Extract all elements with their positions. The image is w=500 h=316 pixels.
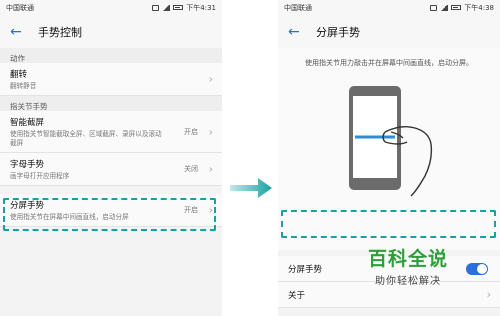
- setting-row-split-screen[interactable]: 分屏手势 使用指关节在屏幕中间画直线，启动分屏 开启 ›: [0, 194, 222, 227]
- section-header-actions: 动作: [0, 48, 222, 63]
- split-screen-toggle[interactable]: [466, 263, 488, 275]
- nfc-icon: [152, 4, 160, 11]
- chevron-right-icon: ›: [208, 72, 213, 86]
- carrier-label: 中国联通: [6, 3, 34, 12]
- knuckle-gesture-illustration: [349, 86, 433, 197]
- left-screen: 中国联通 下午4:31 ← 手势控制 动作 翻转 翻转静音 › 指关节手势 智能…: [0, 0, 222, 316]
- gesture-description-panel: 使用指关节用力敲击并在屏幕中间画直线，启动分屏。: [278, 48, 500, 250]
- chevron-right-icon: ›: [486, 288, 491, 301]
- setting-title: 分屏手势: [10, 201, 45, 211]
- setting-title: 智能截屏: [10, 118, 45, 128]
- setting-value: 开启: [184, 127, 198, 136]
- status-time: 下午4:38: [464, 3, 494, 12]
- chevron-right-icon: ›: [208, 203, 213, 217]
- setting-subtitle: 使用指关节智能截取全屏、区域截屏、录屏以及滚动截屏: [10, 130, 162, 147]
- page-title: 分屏手势: [316, 25, 360, 39]
- setting-row-smart-screenshot[interactable]: 智能截屏 使用指关节智能截取全屏、区域截屏、录屏以及滚动截屏 开启 ›: [0, 111, 222, 153]
- toggle-label: 分屏手势: [288, 264, 323, 275]
- setting-title: 翻转: [10, 70, 28, 80]
- arrow-right-icon: [230, 178, 272, 198]
- setting-subtitle: 使用指关节在屏幕中间画直线，启动分屏: [10, 213, 129, 221]
- battery-icon: [451, 5, 462, 10]
- status-bar: 中国联通 下午4:38: [278, 0, 500, 15]
- setting-value: 关闭: [184, 165, 198, 173]
- status-time: 下午4:31: [186, 3, 216, 12]
- signal-icon: [440, 4, 449, 11]
- carrier-label: 中国联通: [284, 3, 312, 12]
- signal-icon: [162, 4, 171, 11]
- title-bar: ← 手势控制: [0, 15, 222, 48]
- gesture-description: 使用指关节用力敲击并在屏幕中间画直线，启动分屏。: [305, 59, 473, 67]
- chevron-right-icon: ›: [208, 162, 213, 176]
- back-arrow-icon[interactable]: ←: [10, 24, 28, 40]
- chevron-right-icon: ›: [208, 125, 213, 138]
- back-arrow-icon[interactable]: ←: [288, 24, 306, 40]
- watermark-subtitle: 助你轻松解决: [375, 276, 441, 287]
- section-header-knuckle: 指关节手势: [0, 96, 222, 111]
- setting-title: 字母手势: [10, 160, 45, 170]
- setting-subtitle: 翻转静音: [10, 82, 37, 90]
- setting-row-letter-gesture[interactable]: 字母手势 画字母打开应用程序 关闭 ›: [0, 153, 222, 186]
- page-title: 手势控制: [38, 25, 82, 39]
- setting-row-flip[interactable]: 翻转 翻转静音 ›: [0, 63, 222, 96]
- setting-value: 开启: [184, 206, 198, 214]
- title-bar: ← 分屏手势: [278, 15, 500, 48]
- battery-icon: [173, 5, 184, 10]
- watermark: 百科全说 助你轻松解决: [352, 244, 464, 288]
- nfc-icon: [430, 4, 438, 11]
- about-label: 关于: [288, 290, 306, 301]
- setting-subtitle: 画字母打开应用程序: [10, 172, 70, 180]
- status-bar: 中国联通 下午4:31: [0, 0, 222, 15]
- watermark-title: 百科全说: [367, 248, 448, 270]
